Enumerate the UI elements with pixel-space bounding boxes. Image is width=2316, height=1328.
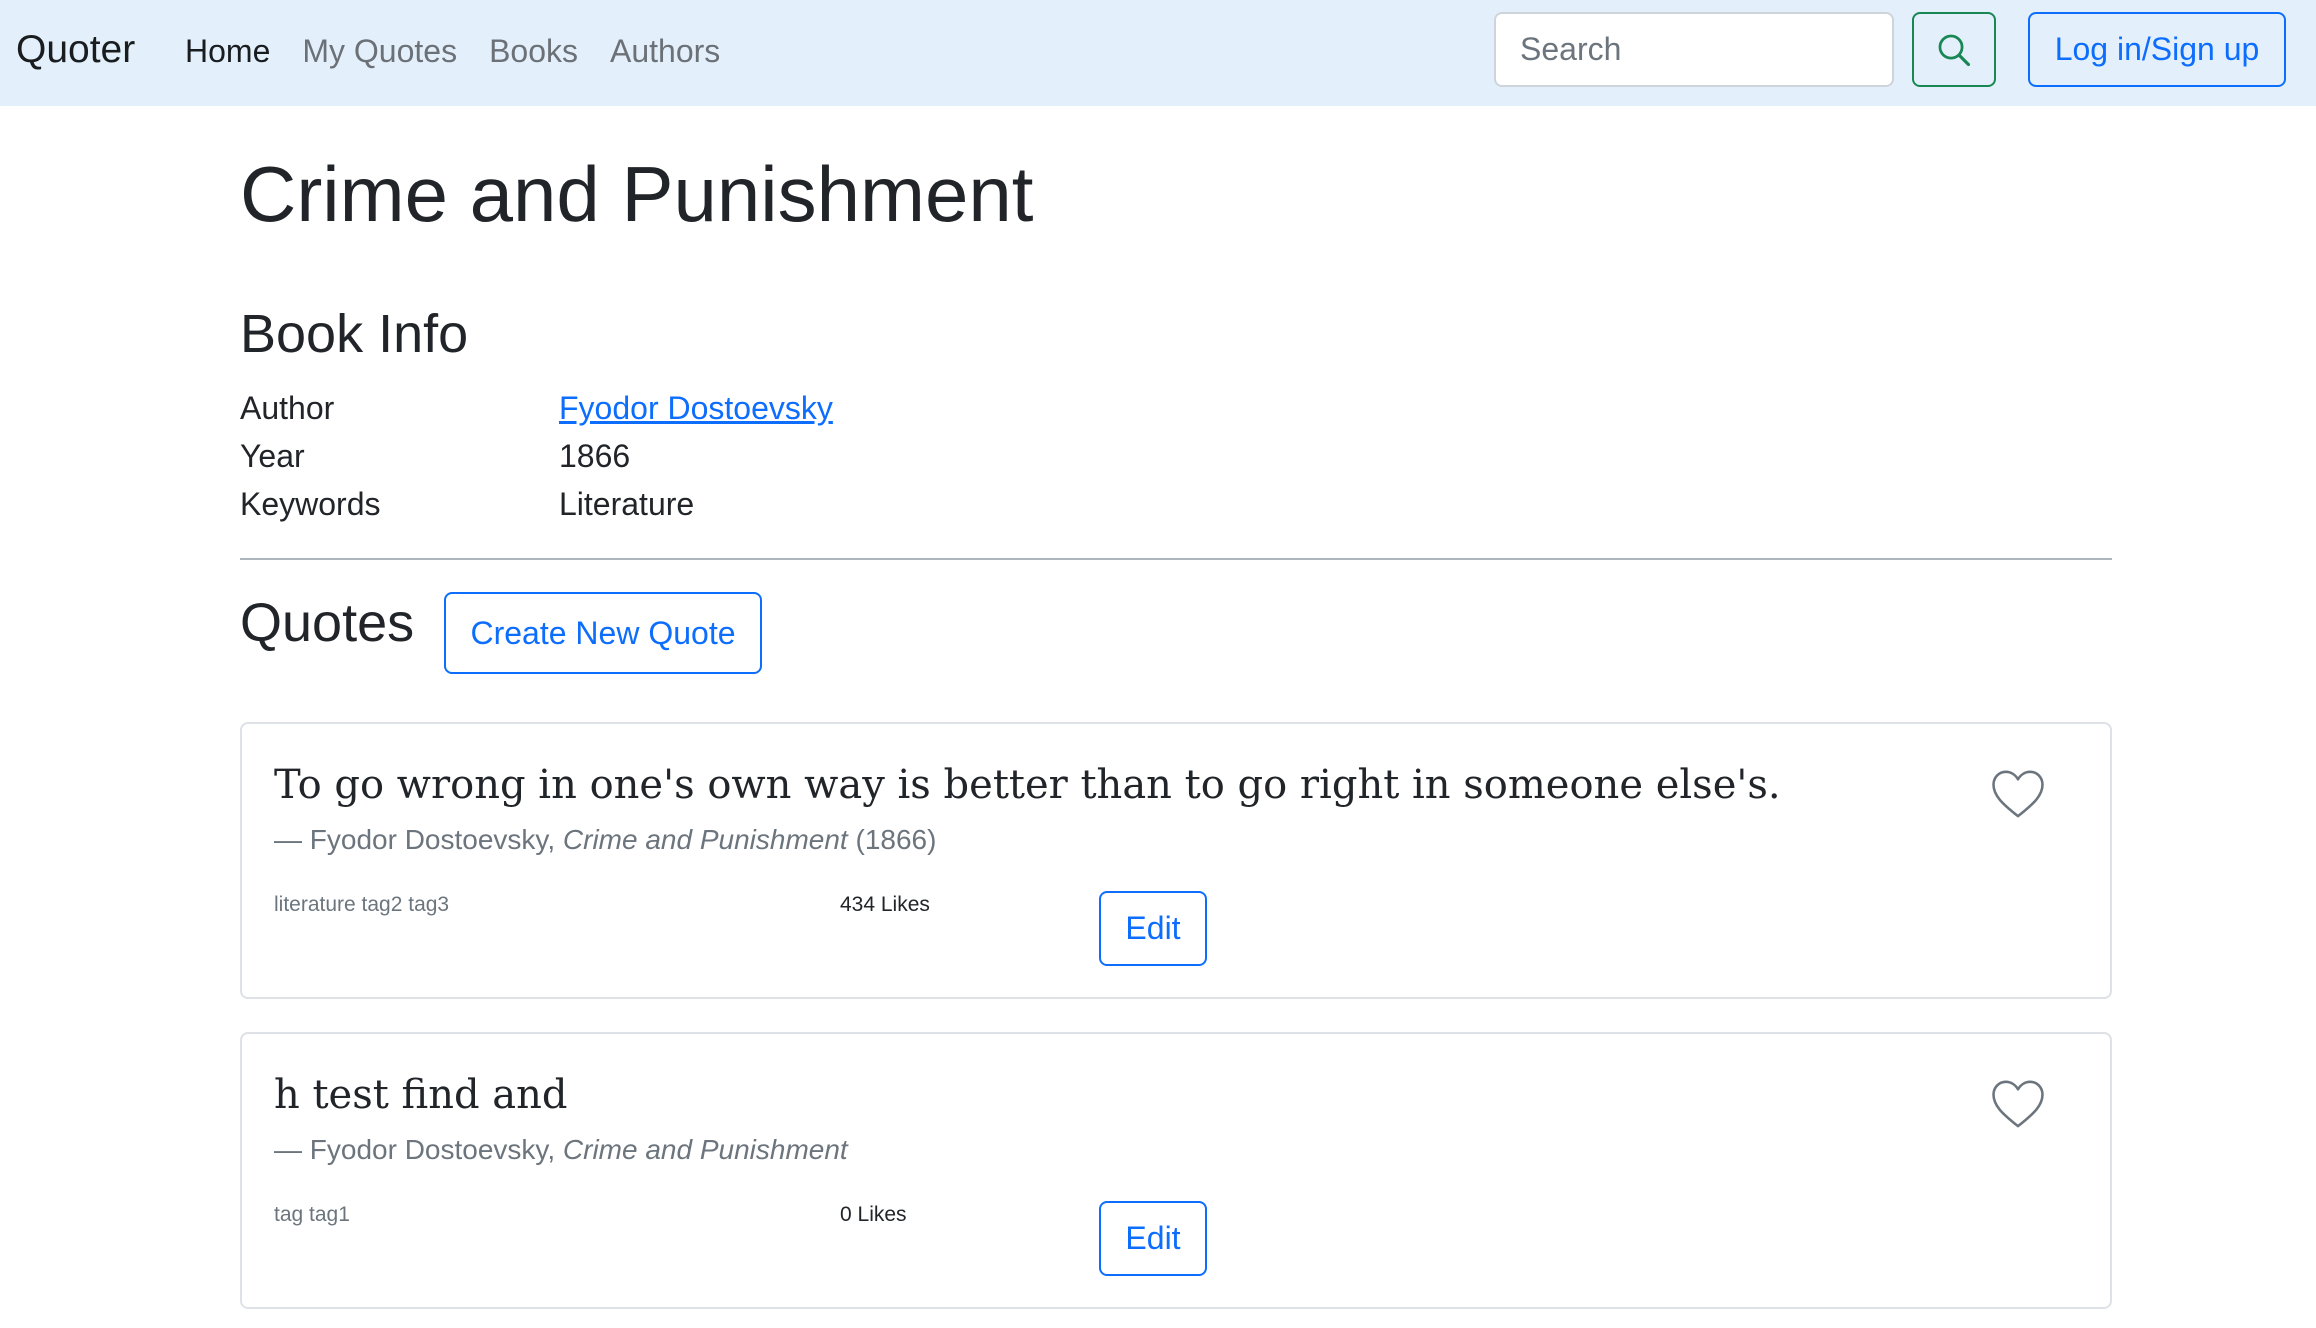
search-input[interactable] [1494,12,1894,87]
quote-author: — Fyodor Dostoevsky, [274,1134,563,1165]
quote-text: To go wrong in one's own way is better t… [274,762,1781,808]
quote-source: — Fyodor Dostoevsky, Crime and Punishmen… [274,820,936,860]
quote-tags: literature tag2 tag3 [274,893,450,916]
page-title: Crime and Punishment [240,150,1034,238]
book-info-heading: Book Info [240,304,469,364]
quote-likes: 0 Likes [840,1203,907,1226]
edit-button[interactable]: Edit [1099,891,1207,966]
edit-button[interactable]: Edit [1099,1201,1207,1276]
quote-text: h test find and [274,1072,568,1118]
heart-outline-icon[interactable] [1990,768,2046,820]
nav-link-home[interactable]: Home [185,30,270,72]
search-button[interactable] [1912,12,1996,87]
search-icon [1938,34,1971,66]
quote-author: — Fyodor Dostoevsky, [274,824,563,855]
quote-card: To go wrong in one's own way is better t… [240,722,2112,999]
divider [240,558,2112,560]
info-value: 1866 [559,438,631,474]
nav-links: Home My Quotes Books Authors [185,30,752,72]
author-link[interactable]: Fyodor Dostoevsky [559,386,833,430]
login-signup-button[interactable]: Log in/Sign up [2028,12,2286,87]
nav-link-authors[interactable]: Authors [610,30,720,72]
brand-logo[interactable]: Quoter [16,26,135,74]
create-new-quote-button[interactable]: Create New Quote [444,592,762,674]
info-label: Keywords [240,486,381,522]
nav-link-books[interactable]: Books [489,30,578,72]
quote-source: — Fyodor Dostoevsky, Crime and Punishmen… [274,1130,848,1170]
quote-card: h test find and — Fyodor Dostoevsky, Cri… [240,1032,2112,1309]
quote-tags: tag tag1 [274,1203,350,1226]
info-label: Author [240,390,335,426]
quote-book: Crime and Punishment [562,1134,848,1165]
quote-year: (1866) [847,824,937,855]
navbar: Quoter Home My Quotes Books Authors Log … [0,0,2316,106]
nav-link-my-quotes[interactable]: My Quotes [302,30,457,72]
quote-book: Crime and Punishment [562,824,848,855]
info-label: Year [240,438,305,474]
quote-likes: 434 Likes [840,893,930,916]
info-value: Literature [559,486,695,522]
quotes-heading: Quotes [240,593,415,653]
heart-outline-icon[interactable] [1990,1078,2046,1130]
